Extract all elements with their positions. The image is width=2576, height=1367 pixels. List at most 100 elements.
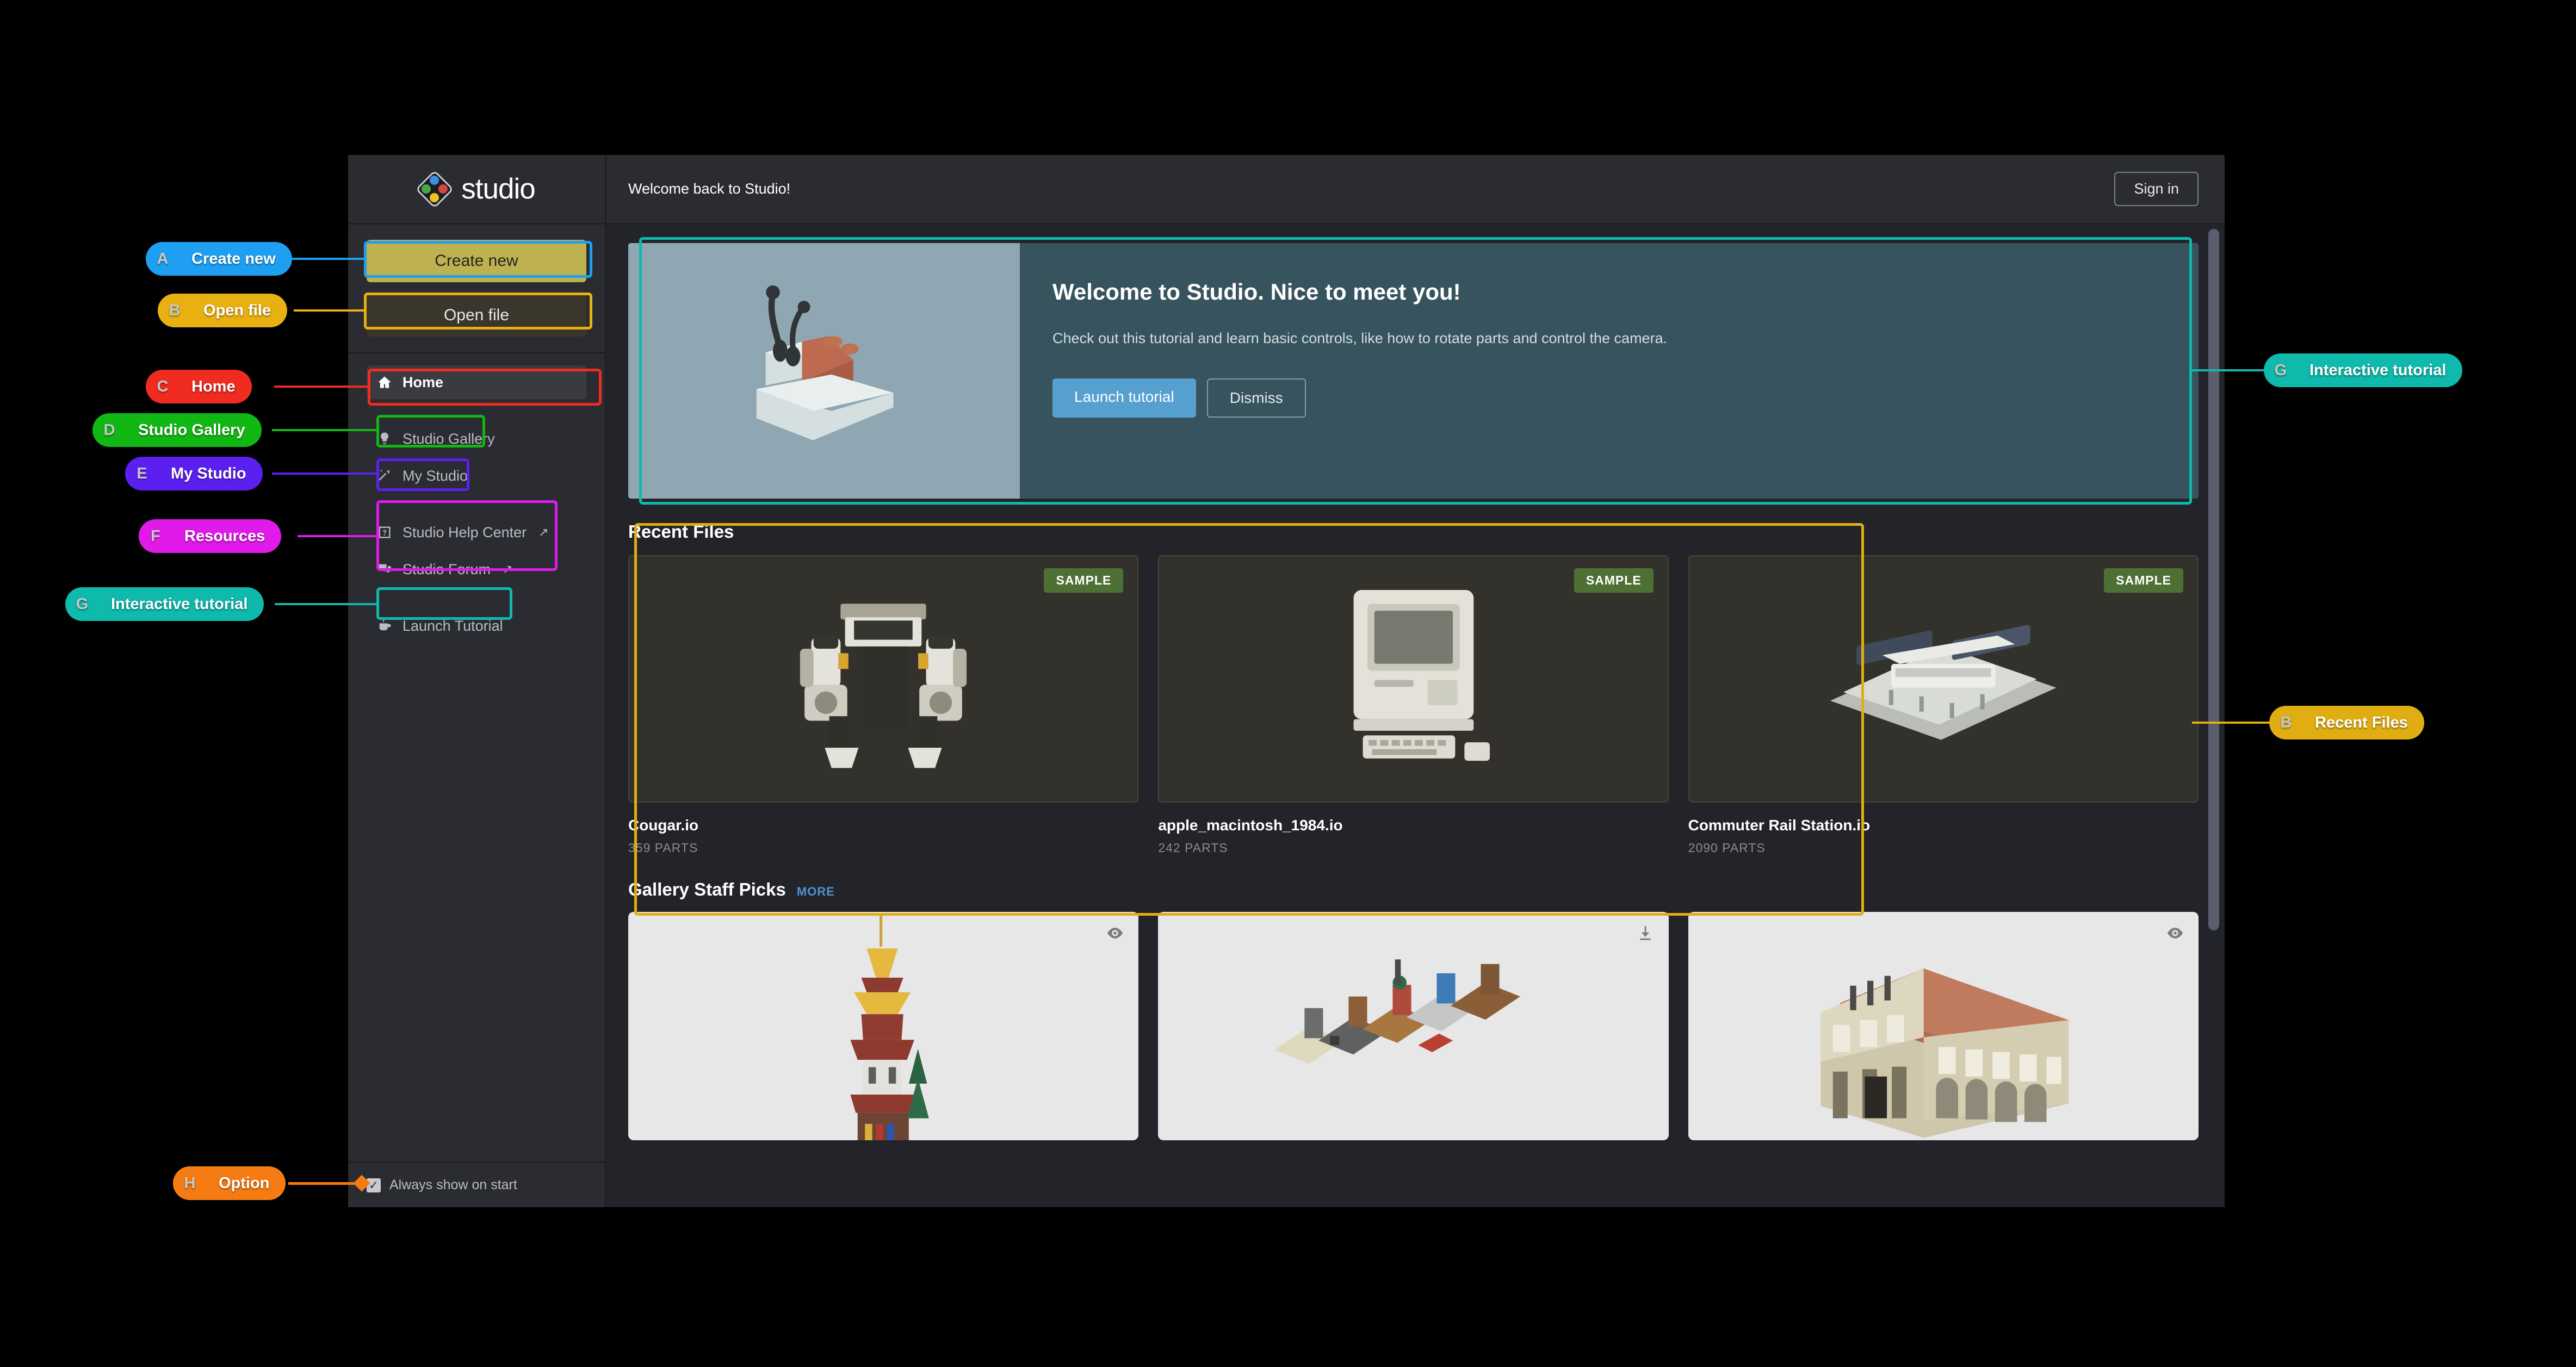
sidebar-item-label: Launch Tutorial (403, 617, 503, 634)
home-icon (376, 374, 393, 390)
annotation-label: Open file (203, 301, 271, 319)
annotation-key: H (184, 1174, 196, 1192)
hero-snail-image (628, 243, 1020, 499)
sidebar-actions: Create new Open file (348, 225, 605, 353)
annotation-key: B (2280, 713, 2292, 731)
help-question-icon (376, 524, 393, 540)
app-logo: studio (348, 155, 605, 225)
chat-bubbles-icon (376, 561, 393, 577)
annotation-pill-d: D Studio Gallery (92, 413, 262, 447)
annotation-key: D (103, 421, 115, 439)
annotation-pill-h: H Option (173, 1166, 286, 1200)
annotation-key: G (2274, 361, 2287, 379)
gallery-grid (628, 912, 2199, 1140)
annotation-pill-right-b: B Recent Files (2269, 706, 2424, 740)
gallery-staff-picks-section: Gallery Staff Picks MORE (628, 879, 2199, 1140)
sidebar-item-launch-tutorial[interactable]: Launch Tutorial (367, 609, 586, 643)
hero-actions: Launch tutorial Dismiss (1052, 378, 2166, 418)
annotation-label: Option (219, 1174, 270, 1192)
sidebar-item-my-studio[interactable]: My Studio (367, 459, 586, 493)
gallery-card[interactable] (1158, 912, 1669, 1140)
annotation-label: Create new (191, 250, 276, 268)
annotation-label: Interactive tutorial (2309, 361, 2447, 379)
annotation-key: B (169, 301, 181, 319)
gallery-card[interactable] (628, 912, 1139, 1140)
open-file-button[interactable]: Open file (367, 294, 586, 337)
always-show-on-start-checkbox[interactable]: ✓ (367, 1178, 381, 1192)
main-area: Welcome back to Studio! Sign in Welcome … (606, 155, 2225, 1207)
recent-file-name: apple_macintosh_1984.io (1158, 817, 1343, 834)
recent-files-section: Recent Files SAMPLE Cougar.io 359 PARTS … (628, 521, 2199, 855)
annotation-label: Interactive tutorial (111, 595, 248, 613)
sidebar-item-label: Studio Forum (403, 561, 491, 577)
annotation-key: E (137, 464, 147, 482)
sidebar-item-studio-forum[interactable]: Studio Forum ↗ (367, 552, 586, 586)
sample-badge: SAMPLE (1574, 568, 1654, 593)
always-show-on-start-label: Always show on start (389, 1177, 517, 1192)
sidebar-item-label: Studio Gallery (403, 430, 495, 447)
sidebar-item-studio-gallery[interactable]: Studio Gallery (367, 422, 586, 456)
annotation-key: C (157, 377, 169, 395)
hero-title: Welcome to Studio. Nice to meet you! (1052, 279, 1461, 305)
annotation-pill-c: C Home (146, 370, 252, 403)
recent-file-name: Cougar.io (628, 817, 699, 834)
content-scroll-area[interactable]: Welcome to Studio. Nice to meet you! Che… (606, 225, 2225, 1207)
sidebar-nav: Home Studio Gallery My Studio Studio Hel… (348, 353, 605, 1161)
gallery-card[interactable] (1688, 912, 2199, 1140)
gallery-header: Gallery Staff Picks MORE (628, 879, 2199, 900)
app-logo-text: studio (461, 173, 535, 205)
recent-file-name: Commuter Rail Station.io (1688, 817, 1871, 834)
coffee-cup-icon (376, 618, 393, 634)
eye-icon[interactable] (1106, 924, 1124, 942)
eye-icon[interactable] (2166, 924, 2184, 942)
hero-body: Welcome to Studio. Nice to meet you! Che… (1020, 243, 2199, 499)
annotation-pill-e: E My Studio (125, 457, 263, 490)
recent-file-parts: 2090 PARTS (1688, 841, 1766, 855)
sample-badge: SAMPLE (1044, 568, 1124, 593)
create-new-button[interactable]: Create new (367, 240, 586, 282)
sample-badge: SAMPLE (2104, 568, 2183, 593)
welcome-message: Welcome back to Studio! (628, 181, 791, 197)
studio-diamond-logo-icon (415, 170, 454, 208)
screenshot-root: studio Create new Open file Home Studio … (0, 0, 2576, 1367)
sign-in-button[interactable]: Sign in (2114, 172, 2199, 206)
welcome-hero-banner: Welcome to Studio. Nice to meet you! Che… (628, 243, 2199, 499)
recent-file-card[interactable]: SAMPLE Cougar.io 359 PARTS (628, 555, 1139, 855)
launch-tutorial-button[interactable]: Launch tutorial (1052, 378, 1196, 418)
vertical-scrollbar[interactable] (2208, 229, 2219, 930)
recent-file-thumbnail[interactable]: SAMPLE (1158, 555, 1669, 803)
gallery-title: Gallery Staff Picks (628, 879, 786, 899)
studio-app-window: studio Create new Open file Home Studio … (348, 155, 2225, 1207)
recent-file-thumbnail[interactable]: SAMPLE (628, 555, 1139, 803)
sidebar-item-label: Home (403, 374, 444, 390)
annotation-pill-g: G Interactive tutorial (65, 587, 264, 621)
recent-file-card[interactable]: SAMPLE apple_macintosh_1984.io 242 PARTS (1158, 555, 1669, 855)
download-icon[interactable] (1636, 924, 1655, 942)
recent-files-header: Recent Files (628, 521, 2199, 542)
lightbulb-icon (376, 431, 393, 447)
wand-icon (376, 468, 393, 484)
top-bar: Welcome back to Studio! Sign in (606, 155, 2225, 225)
annotation-pill-right-g: G Interactive tutorial (2264, 353, 2463, 387)
annotation-label: Resources (184, 527, 265, 545)
recent-file-parts: 359 PARTS (628, 841, 698, 855)
recent-file-card[interactable]: SAMPLE Commuter Rail Station.io 2090 PAR… (1688, 555, 2199, 855)
recent-file-parts: 242 PARTS (1158, 841, 1228, 855)
sidebar-item-label: My Studio (403, 467, 468, 484)
annotation-label: Home (191, 377, 236, 395)
recent-file-thumbnail[interactable]: SAMPLE (1688, 555, 2199, 803)
recent-files-title: Recent Files (628, 521, 734, 542)
annotation-pill-f: F Resources (139, 519, 282, 553)
annotation-pill-b: B Open file (158, 294, 288, 327)
annotation-label: My Studio (171, 464, 246, 482)
gallery-more-link[interactable]: MORE (797, 885, 835, 899)
annotation-pill-a: A Create new (146, 242, 292, 276)
sidebar-item-home[interactable]: Home (367, 365, 586, 399)
annotation-key: A (157, 250, 169, 268)
annotation-key: F (151, 527, 160, 545)
dismiss-button[interactable]: Dismiss (1206, 378, 1306, 418)
sidebar-item-studio-help-center[interactable]: Studio Help Center ↗ (367, 515, 586, 549)
